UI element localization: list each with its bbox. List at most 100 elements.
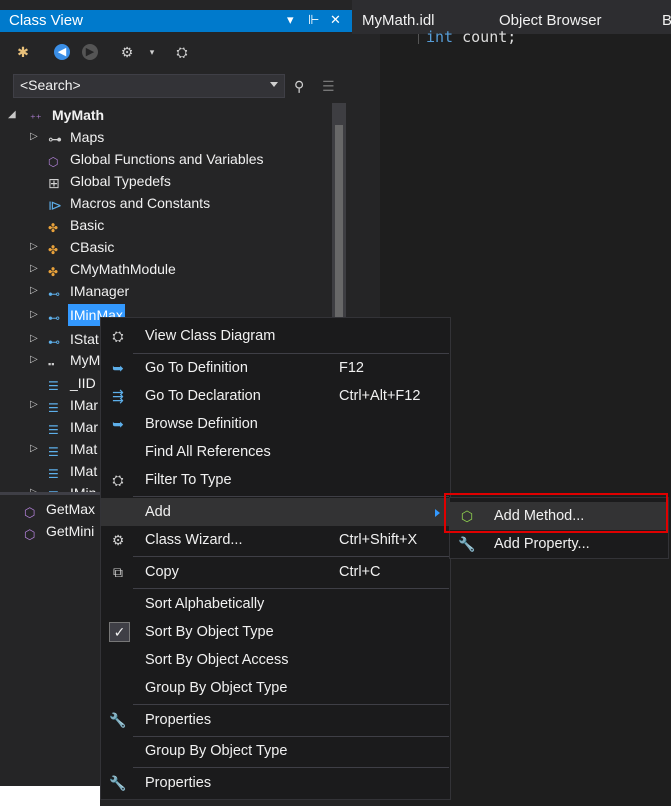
menu-item-properties-duplicate[interactable]: 🔧 Properties xyxy=(101,769,450,797)
menu-separator xyxy=(133,588,449,589)
dropdown-icon[interactable]: ▾ xyxy=(287,12,294,28)
interface-icon: ⊷ xyxy=(48,311,60,325)
enum-icon: ☰ xyxy=(48,401,59,415)
menu-item-shortcut: Ctrl+C xyxy=(339,564,381,580)
tree-node[interactable]: ☰ _IID xyxy=(48,372,96,394)
class-diagram-icon: ⛭ xyxy=(112,328,124,344)
menu-item-add[interactable]: Add xyxy=(101,498,450,526)
menu-item-label: Find All References xyxy=(145,444,271,460)
tree-node-label: _IID xyxy=(70,375,96,391)
highlight-box xyxy=(444,493,668,533)
settings-gear-icon[interactable]: ⚙ xyxy=(117,42,137,62)
menu-item-browse-definition[interactable]: ➥ Browse Definition xyxy=(101,410,450,438)
tree-node[interactable]: ☰ IMar xyxy=(48,416,98,438)
tree-node[interactable]: ▷ ☰ IMar xyxy=(30,394,98,416)
expander-icon[interactable]: ▷ xyxy=(30,328,38,350)
expander-icon[interactable]: ▷ xyxy=(30,126,38,148)
search-icon[interactable]: ⚲ xyxy=(294,78,304,95)
tree-node[interactable]: ▷ ⊷ IManager xyxy=(30,280,130,302)
pin-icon[interactable]: ⊩ xyxy=(308,12,319,28)
menu-item-go-to-definition[interactable]: ➥ Go To Definition F12 xyxy=(101,354,450,382)
tree-node-label: IMat xyxy=(70,463,98,479)
tree-node[interactable]: ▷ ✤ CBasic xyxy=(30,236,115,258)
member-label: GetMini xyxy=(46,523,95,539)
menu-item-class-wizard[interactable]: ⚙ Class Wizard... Ctrl+Shift+X xyxy=(101,526,450,554)
tree-node-label: IMar xyxy=(70,419,98,435)
chevron-down-icon[interactable]: ▾ xyxy=(142,42,162,62)
tree-node[interactable]: ▷ ☰ IMat xyxy=(30,438,98,460)
tree-node[interactable]: ▷ ⊶ Maps xyxy=(30,126,104,148)
enum-icon: ☰ xyxy=(48,467,59,481)
menu-item-sort-alphabetically[interactable]: Sort Alphabetically xyxy=(101,590,450,618)
class-diagram-icon[interactable]: ⛭ xyxy=(172,42,192,62)
tree-node[interactable]: ⧐ Macros and Constants xyxy=(48,192,210,214)
tree-node-label: IMar xyxy=(70,397,98,413)
new-folder-icon[interactable]: ✱ xyxy=(13,42,33,62)
expander-icon[interactable]: ◢ xyxy=(8,104,16,126)
tree-node[interactable]: ☰ IMat xyxy=(48,460,97,482)
menu-item-copy[interactable]: ⧉ Copy Ctrl+C xyxy=(101,558,450,586)
expander-icon[interactable]: ▷ xyxy=(30,280,38,302)
project-icon: ⁺⁺ xyxy=(30,113,42,125)
menu-item-shortcut: Ctrl+Alt+F12 xyxy=(339,388,421,404)
search-placeholder: <Search> xyxy=(20,77,81,93)
back-button[interactable]: ◀ xyxy=(52,42,72,62)
enum-icon: ☰ xyxy=(48,379,59,393)
menu-item-properties[interactable]: 🔧 Properties xyxy=(101,706,450,734)
menu-item-label: Group By Object Type xyxy=(145,680,288,696)
class-view-title: Class View xyxy=(9,12,83,29)
tree-node-label: CMyMathModule xyxy=(70,261,176,277)
expander-icon[interactable]: ▷ xyxy=(30,438,38,460)
tree-node-label: IManager xyxy=(70,283,130,299)
expander-icon[interactable]: ▷ xyxy=(30,394,38,416)
tree-node[interactable]: ▷ ▪▪ MyM xyxy=(30,349,100,371)
menu-item-filter-to-type[interactable]: ⛭ Filter To Type xyxy=(101,466,450,494)
context-menu: ⛭ View Class Diagram ➥ Go To Definition … xyxy=(100,317,451,800)
menu-item-group-by-object-type[interactable]: Group By Object Type xyxy=(101,674,450,702)
back-icon: ◀ xyxy=(54,44,70,60)
menu-item-view-class-diagram[interactable]: ⛭ View Class Diagram xyxy=(101,322,450,350)
menu-item-label: Sort By Object Access xyxy=(145,652,289,668)
tree-node[interactable]: ▷ ✤ CMyMathModule xyxy=(30,258,176,280)
member-label: GetMax xyxy=(46,501,96,517)
wrench-icon: 🔧 xyxy=(109,712,127,728)
background-edge xyxy=(0,786,100,806)
search-dropdown-icon[interactable] xyxy=(270,82,278,87)
menu-separator xyxy=(133,767,449,768)
menu-item-shortcut: F12 xyxy=(339,360,364,376)
tree-node[interactable]: ⊞ Global Typedefs xyxy=(48,170,171,192)
menu-item-group-by-object-type-duplicate[interactable]: Group By Object Type xyxy=(101,737,450,765)
tree-node[interactable]: ⬡ Global Functions and Variables xyxy=(48,148,264,170)
tree-node-label: IMat xyxy=(70,441,98,457)
expander-icon[interactable]: ▷ xyxy=(30,236,38,258)
tab-object-browser[interactable]: Object Browser xyxy=(499,12,602,29)
menu-item-label: Add Property... xyxy=(494,536,590,552)
menu-item-sort-by-object-access[interactable]: Sort By Object Access xyxy=(101,646,450,674)
menu-item-go-to-declaration[interactable]: ⇶ Go To Declaration Ctrl+Alt+F12 xyxy=(101,382,450,410)
tab-truncated[interactable]: B xyxy=(662,12,671,29)
expander-icon[interactable]: ▷ xyxy=(30,304,38,326)
forward-button[interactable]: ▶ xyxy=(80,42,100,62)
clear-search-icon[interactable]: ☰ xyxy=(322,78,335,95)
member-item[interactable]: ⬡ GetMini xyxy=(24,520,94,542)
close-icon[interactable]: ✕ xyxy=(330,12,341,28)
tree-node[interactable]: ▷ ⊷ IStat xyxy=(30,328,99,350)
menu-item-label: Filter To Type xyxy=(145,472,232,488)
tree-node-mymath[interactable]: ◢ ⁺⁺ MyMath xyxy=(8,104,104,126)
expander-icon[interactable]: ▷ xyxy=(30,349,38,371)
tree-node-label: CBasic xyxy=(70,239,115,255)
search-input[interactable]: <Search> xyxy=(13,74,285,98)
menu-item-shortcut: Ctrl+Shift+X xyxy=(339,532,418,548)
tree-node[interactable]: ✤ Basic xyxy=(48,214,104,236)
member-item[interactable]: ⬡ GetMax xyxy=(24,498,95,520)
tree-node-label: IStat xyxy=(70,331,99,347)
expander-icon[interactable]: ▷ xyxy=(30,258,38,280)
menu-item-sort-by-object-type[interactable]: ✓ Sort By Object Type xyxy=(101,618,450,646)
menu-item-find-all-references[interactable]: Find All References xyxy=(101,438,450,466)
tab-mymath-idl[interactable]: MyMath.idl xyxy=(362,12,435,29)
menu-item-label: Go To Declaration xyxy=(145,388,261,404)
menu-item-label: Properties xyxy=(145,775,212,791)
enum-icon: ☰ xyxy=(48,423,59,437)
menu-item-add-property[interactable]: 🔧 Add Property... xyxy=(450,530,668,558)
indent-guide xyxy=(418,34,419,44)
